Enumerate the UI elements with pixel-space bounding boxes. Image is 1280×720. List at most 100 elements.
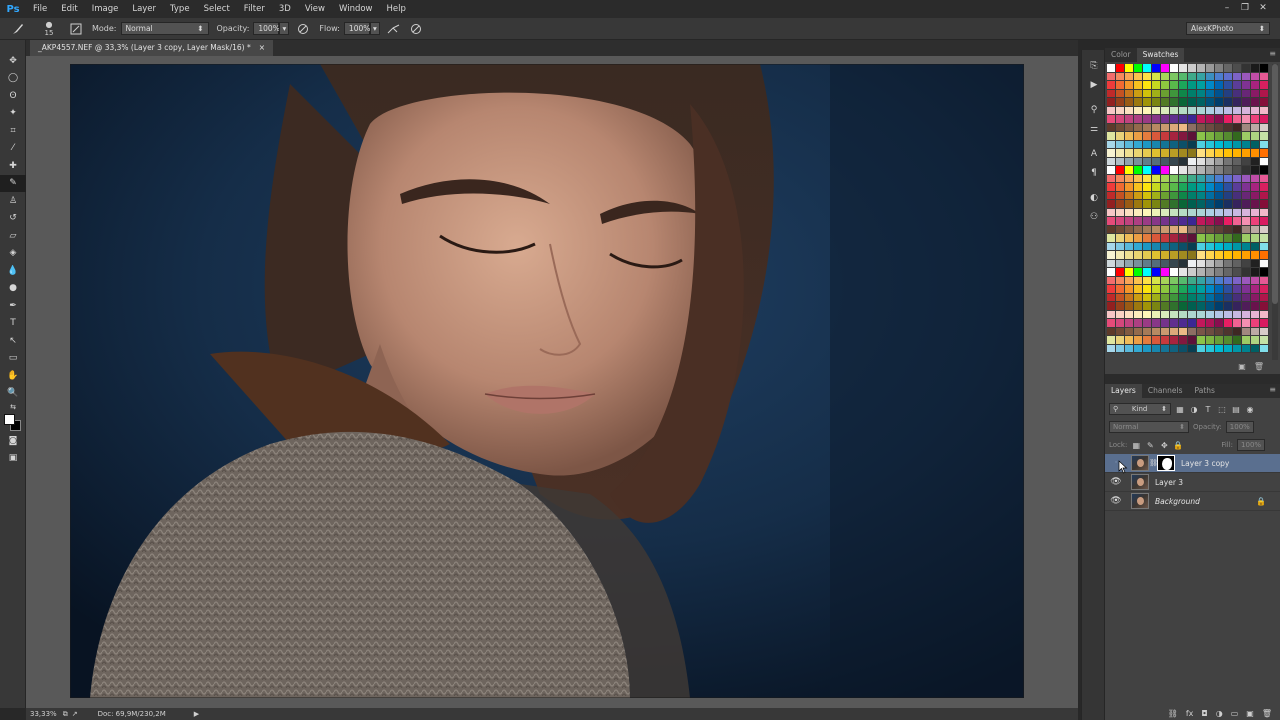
color-swatch-cell[interactable] [1206,276,1215,285]
portrait-photo[interactable] [70,64,1024,698]
color-swatch-cell[interactable] [1134,200,1143,209]
document-tab[interactable]: _AKP4557.NEF @ 33,3% (Layer 3 copy, Laye… [30,40,274,56]
color-swatch-cell[interactable] [1233,81,1242,90]
color-swatch-cell[interactable] [1188,217,1197,226]
blur-tool-icon[interactable]: 💧 [0,262,26,280]
color-swatch-cell[interactable] [1260,208,1269,217]
color-swatch-cell[interactable] [1197,310,1206,319]
color-swatch-cell[interactable] [1161,166,1170,175]
color-swatch-cell[interactable] [1242,64,1251,73]
color-swatch-cell[interactable] [1215,115,1224,124]
color-swatch-cell[interactable] [1107,302,1116,311]
color-swatch-cell[interactable] [1224,285,1233,294]
color-swatch-cell[interactable] [1134,183,1143,192]
color-swatch-cell[interactable] [1143,225,1152,234]
color-swatch-cell[interactable] [1242,217,1251,226]
color-swatch-cell[interactable] [1170,285,1179,294]
color-swatch-cell[interactable] [1233,64,1242,73]
color-swatch-cell[interactable] [1143,268,1152,277]
color-swatch-cell[interactable] [1107,225,1116,234]
color-swatch-cell[interactable] [1251,64,1260,73]
color-swatch-cell[interactable] [1152,242,1161,251]
color-swatch-cell[interactable] [1188,302,1197,311]
color-swatch-cell[interactable] [1170,319,1179,328]
color-swatch-cell[interactable] [1179,132,1188,141]
menu-window[interactable]: Window [332,0,380,18]
color-swatch-cell[interactable] [1179,115,1188,124]
color-swatch-cell[interactable] [1197,251,1206,260]
color-swatch-cell[interactable] [1107,81,1116,90]
color-swatch-cell[interactable] [1251,251,1260,260]
swap-colors-icon[interactable]: ⇆ [0,402,26,412]
lock-all-icon[interactable]: 🔒 [1173,440,1183,450]
color-swatch-cell[interactable] [1116,200,1125,209]
color-swatch-cell[interactable] [1260,191,1269,200]
fill-input[interactable]: 100% [1237,439,1266,451]
color-swatch-cell[interactable] [1125,89,1134,98]
color-swatch-cell[interactable] [1215,106,1224,115]
color-swatch-cell[interactable] [1152,191,1161,200]
layer-name[interactable]: Layer 3 copy [1181,459,1229,468]
color-swatch-cell[interactable] [1242,268,1251,277]
color-swatch-cell[interactable] [1107,234,1116,243]
color-swatch-cell[interactable] [1251,268,1260,277]
color-swatch-cell[interactable] [1125,140,1134,149]
color-swatch-cell[interactable] [1107,259,1116,268]
color-swatch-cell[interactable] [1116,174,1125,183]
color-swatch-cell[interactable] [1179,166,1188,175]
color-swatch-cell[interactable] [1206,123,1215,132]
color-swatch-cell[interactable] [1224,115,1233,124]
color-swatch-cell[interactable] [1224,234,1233,243]
color-swatch-cell[interactable] [1134,336,1143,345]
color-swatch-cell[interactable] [1215,183,1224,192]
status-menu-arrow[interactable]: ▶ [194,710,199,718]
color-swatch-cell[interactable] [1161,251,1170,260]
pressure-size-icon[interactable] [408,21,424,37]
color-swatch-cell[interactable] [1116,166,1125,175]
color-swatch-cell[interactable] [1197,140,1206,149]
color-swatch-cell[interactable] [1215,132,1224,141]
color-swatch-cell[interactable] [1197,336,1206,345]
color-swatch-cell[interactable] [1233,217,1242,226]
color-swatch-cell[interactable] [1260,183,1269,192]
color-swatch-cell[interactable] [1197,132,1206,141]
color-swatch-cell[interactable] [1134,276,1143,285]
color-swatch-cell[interactable] [1233,268,1242,277]
color-swatch-cell[interactable] [1206,115,1215,124]
color-swatch-cell[interactable] [1251,123,1260,132]
color-swatch-cell[interactable] [1161,208,1170,217]
color-swatch-cell[interactable] [1143,302,1152,311]
character-panel-icon[interactable]: A [1082,144,1106,163]
color-swatch-cell[interactable] [1224,72,1233,81]
color-swatch-cell[interactable] [1134,225,1143,234]
color-swatch-cell[interactable] [1242,174,1251,183]
color-swatch-cell[interactable] [1242,259,1251,268]
color-swatch-cell[interactable] [1179,157,1188,166]
color-swatch-cell[interactable] [1161,242,1170,251]
color-swatch-cell[interactable] [1152,259,1161,268]
color-swatch-cell[interactable] [1260,285,1269,294]
color-swatch-cell[interactable] [1125,123,1134,132]
color-swatch-cell[interactable] [1197,81,1206,90]
color-swatch-cell[interactable] [1260,106,1269,115]
color-swatch-cell[interactable] [1251,132,1260,141]
color-swatch-cell[interactable] [1242,327,1251,336]
brush-tool-preset-icon[interactable] [10,21,26,37]
type-filter-icon[interactable]: T [1203,404,1213,414]
color-swatch-cell[interactable] [1125,285,1134,294]
color-swatch-cell[interactable] [1260,98,1269,107]
color-swatch-cell[interactable] [1215,293,1224,302]
color-swatch-cell[interactable] [1197,72,1206,81]
new-group-icon[interactable]: ▭ [1231,709,1239,718]
color-swatch-cell[interactable] [1188,208,1197,217]
screen-mode-icon[interactable]: ▣ [0,450,26,468]
color-swatch-cell[interactable] [1125,327,1134,336]
color-swatch-cell[interactable] [1197,302,1206,311]
color-swatch-cell[interactable] [1188,336,1197,345]
color-swatch-cell[interactable] [1179,64,1188,73]
color-swatch-cell[interactable] [1125,234,1134,243]
color-swatch-cell[interactable] [1242,234,1251,243]
color-swatch-cell[interactable] [1188,132,1197,141]
color-swatch-cell[interactable] [1170,217,1179,226]
color-swatch-cell[interactable] [1260,123,1269,132]
